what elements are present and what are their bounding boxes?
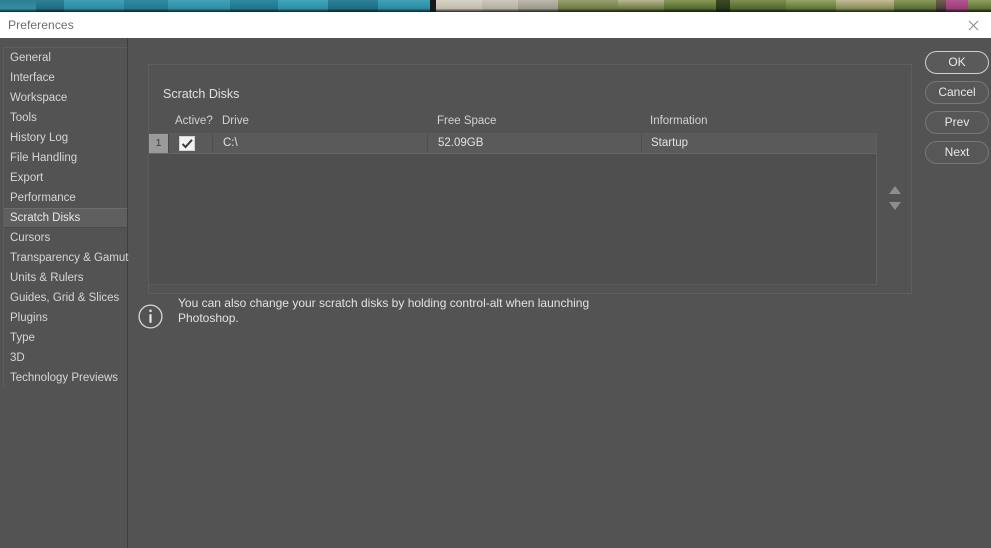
- sidebar-item-export[interactable]: Export: [4, 168, 127, 188]
- sidebar-item-tools[interactable]: Tools: [4, 108, 127, 128]
- scratch-disks-group-title: Scratch Disks: [158, 87, 246, 101]
- arrow-up-icon[interactable]: [886, 182, 904, 198]
- column-header-information: Information: [650, 115, 708, 127]
- sidebar-item-general[interactable]: General: [4, 48, 127, 68]
- sidebar-item-label: Tools: [10, 112, 37, 124]
- sidebar-item-file-handling[interactable]: File Handling: [4, 148, 127, 168]
- info-note-text: You can also change your scratch disks b…: [178, 296, 590, 325]
- scratch-disks-table: Active? Drive Free Space Information 1 C: [148, 110, 877, 285]
- sidebar-item-label: Scratch Disks: [10, 212, 81, 224]
- sidebar-item-label: Interface: [10, 72, 55, 84]
- sidebar-item-cursors[interactable]: Cursors: [4, 228, 127, 248]
- sidebar-list: General Interface Workspace Tools Histor…: [3, 47, 129, 388]
- row-number: 1: [149, 134, 169, 153]
- sidebar-item-label: Transparency & Gamut: [10, 252, 129, 264]
- sidebar-item-units-rulers[interactable]: Units & Rulers: [4, 268, 127, 288]
- prev-button[interactable]: Prev: [925, 111, 989, 134]
- sidebar-item-label: History Log: [10, 132, 69, 144]
- sidebar-item-label: Guides, Grid & Slices: [10, 292, 120, 304]
- check-icon: [182, 139, 193, 149]
- column-header-active: Active?: [175, 115, 213, 127]
- sidebar-item-label: 3D: [10, 352, 25, 364]
- table-row[interactable]: 1 C:\ 52.09GB Startup: [149, 134, 876, 154]
- sidebar-item-label: Cursors: [10, 232, 51, 244]
- sidebar-item-performance[interactable]: Performance: [4, 188, 127, 208]
- sidebar-item-label: Performance: [10, 192, 76, 204]
- sidebar-item-label: Export: [10, 172, 44, 184]
- sidebar-item-technology-previews[interactable]: Technology Previews: [4, 368, 127, 388]
- sidebar-item-type[interactable]: Type: [4, 328, 127, 348]
- sidebar-item-workspace[interactable]: Workspace: [4, 88, 127, 108]
- dialog-titlebar: Preferences: [0, 12, 991, 38]
- arrow-down-icon[interactable]: [886, 198, 904, 214]
- sidebar-item-label: Type: [10, 332, 35, 344]
- column-header-free-space: Free Space: [437, 115, 497, 127]
- page-title: Preferences: [8, 18, 74, 32]
- photo-thumbnail-strip: [0, 0, 991, 12]
- cell-divider: [641, 134, 642, 153]
- cell-divider: [212, 134, 213, 153]
- cell-drive: C:\: [223, 137, 238, 149]
- sidebar-item-label: File Handling: [10, 152, 78, 164]
- dialog-buttons: OK Cancel Prev Next: [925, 51, 989, 171]
- sidebar-item-plugins[interactable]: Plugins: [4, 308, 127, 328]
- column-header-drive: Drive: [222, 115, 249, 127]
- sidebar-item-label: Plugins: [10, 312, 48, 324]
- reorder-controls: [886, 182, 904, 218]
- sidebar-item-label: General: [10, 52, 51, 64]
- sidebar-item-guides-grid-slices[interactable]: Guides, Grid & Slices: [4, 288, 127, 308]
- sidebar-item-label: Technology Previews: [10, 372, 119, 384]
- cancel-button[interactable]: Cancel: [925, 81, 989, 104]
- next-button[interactable]: Next: [925, 141, 989, 164]
- sidebar-item-interface[interactable]: Interface: [4, 68, 127, 88]
- sidebar-item-history-log[interactable]: History Log: [4, 128, 127, 148]
- cell-information: Startup: [651, 137, 689, 149]
- checkbox-box: [179, 136, 195, 151]
- cell-free-space: 52.09GB: [438, 137, 484, 149]
- cell-divider: [427, 134, 428, 153]
- preferences-sidebar: General Interface Workspace Tools Histor…: [0, 38, 128, 548]
- sidebar-item-transparency-gamut[interactable]: Transparency & Gamut: [4, 248, 129, 268]
- sidebar-item-scratch-disks[interactable]: Scratch Disks: [4, 208, 127, 228]
- close-x-icon[interactable]: [959, 15, 987, 35]
- table-body[interactable]: 1 C:\ 52.09GB Startup: [148, 133, 877, 285]
- info-circle-icon: [138, 304, 163, 329]
- table-header-row: Active? Drive Free Space Information: [148, 110, 877, 133]
- active-checkbox[interactable]: [179, 136, 195, 151]
- ok-button[interactable]: OK: [925, 51, 989, 74]
- sidebar-item-3d[interactable]: 3D: [4, 348, 127, 368]
- sidebar-item-label: Workspace: [10, 92, 68, 104]
- sidebar-item-label: Units & Rulers: [10, 272, 84, 284]
- preferences-dialog-body: General Interface Workspace Tools Histor…: [0, 38, 991, 548]
